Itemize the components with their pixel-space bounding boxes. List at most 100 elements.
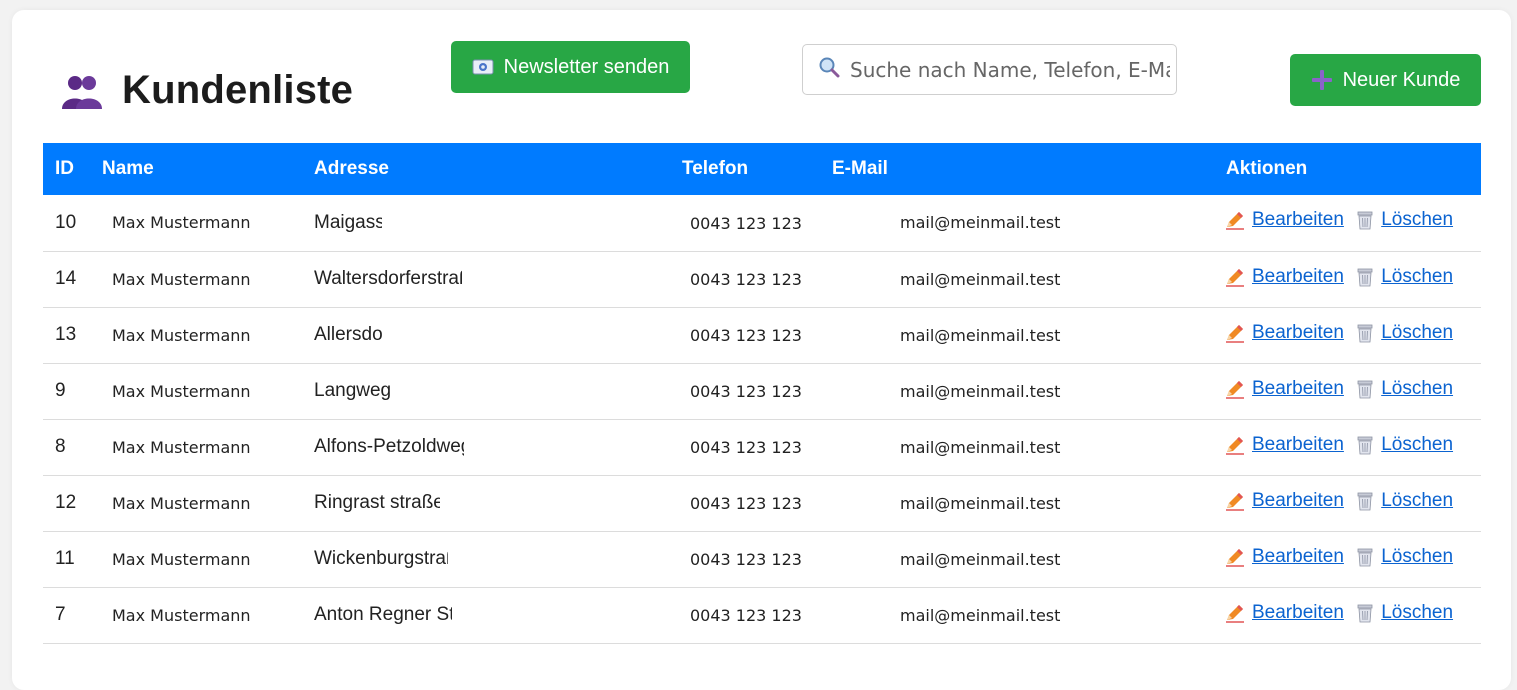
trash-icon	[1355, 603, 1375, 623]
address-text: Allersdo	[314, 323, 383, 345]
edit-label: Bearbeiten	[1252, 489, 1344, 511]
trash-icon	[1355, 547, 1375, 567]
column-header-id: ID	[55, 158, 74, 179]
edit-link[interactable]: Bearbeiten	[1224, 490, 1344, 512]
newsletter-label: Newsletter senden	[503, 55, 670, 78]
column-header-address: Adresse	[314, 158, 389, 179]
plus-icon	[1311, 69, 1333, 91]
table-row: 9 Max Mustermann Langweg 0043 123 123 1 …	[43, 363, 1481, 419]
cell-address: Alfons-Petzoldweg	[296, 419, 670, 475]
edit-link[interactable]: Bearbeiten	[1224, 266, 1344, 288]
delete-label: Löschen	[1381, 489, 1454, 511]
edit-label: Bearbeiten	[1252, 265, 1344, 287]
address-text: Wickenburgstraß	[314, 547, 448, 569]
table-row: 8 Max Mustermann Alfons-Petzoldweg 0043 …	[43, 419, 1481, 475]
phone-text: 0043 123 123 1	[690, 438, 808, 457]
pencil-icon	[1224, 491, 1246, 511]
column-header-phone: Telefon	[682, 158, 749, 179]
pencil-icon	[1224, 379, 1246, 399]
cell-id: 13	[55, 324, 77, 345]
cell-address: Langweg	[296, 363, 670, 419]
edit-link[interactable]: Bearbeiten	[1224, 602, 1344, 624]
delete-link[interactable]: Löschen	[1355, 322, 1453, 344]
phone-text: 0043 123 123 1	[690, 270, 808, 289]
delete-link[interactable]: Löschen	[1355, 490, 1453, 512]
table-row: 10 Max Mustermann Maigass 0043 123 123 1…	[43, 195, 1481, 251]
edit-link[interactable]: Bearbeiten	[1224, 378, 1344, 400]
cell-address: Anton Regner St	[296, 587, 670, 643]
search-input[interactable]	[848, 56, 1172, 83]
page-header: Kundenliste	[60, 68, 353, 113]
cell-address: Maigass	[296, 195, 670, 251]
delete-label: Löschen	[1381, 265, 1454, 287]
cell-name: Max Mustermann	[112, 493, 251, 513]
trash-icon	[1355, 379, 1375, 399]
edit-link[interactable]: Bearbeiten	[1224, 322, 1344, 344]
cell-actions: Bearbeiten Löschen	[1214, 475, 1481, 531]
cell-name: Max Mustermann	[112, 325, 251, 345]
cell-phone: 0043 123 123 1	[670, 531, 820, 587]
page-title: Kundenliste	[122, 68, 354, 112]
phone-text: 0043 123 123 1	[690, 494, 808, 513]
edit-link[interactable]: Bearbeiten	[1224, 434, 1344, 456]
edit-label: Bearbeiten	[1252, 377, 1344, 399]
address-text: Ringrast straße	[314, 491, 440, 513]
cell-actions: Bearbeiten Löschen	[1214, 419, 1481, 475]
newsletter-button[interactable]: Newsletter senden	[451, 41, 690, 93]
cell-actions: Bearbeiten Löschen	[1214, 587, 1481, 643]
edit-link[interactable]: Bearbeiten	[1224, 546, 1344, 568]
edit-label: Bearbeiten	[1252, 433, 1344, 455]
table-row: 11 Max Mustermann Wickenburgstraß 0043 1…	[43, 531, 1481, 587]
cell-address: Ringrast straße	[296, 475, 670, 531]
delete-label: Löschen	[1381, 433, 1454, 455]
phone-text: 0043 123 123 1	[690, 382, 808, 401]
address-text: Anton Regner St	[314, 603, 452, 625]
delete-link[interactable]: Löschen	[1355, 602, 1453, 624]
delete-link[interactable]: Löschen	[1355, 434, 1453, 456]
delete-link[interactable]: Löschen	[1355, 378, 1453, 400]
table-row: 14 Max Mustermann Waltersdorferstraß 004…	[43, 251, 1481, 307]
delete-label: Löschen	[1381, 601, 1454, 623]
cell-phone: 0043 123 123 1	[670, 195, 820, 251]
cell-email: mail@meinmail.test	[900, 381, 1061, 401]
pencil-icon	[1224, 435, 1246, 455]
delete-link[interactable]: Löschen	[1355, 209, 1453, 231]
pencil-icon	[1224, 210, 1246, 230]
phone-text: 0043 123 123 1	[690, 326, 808, 345]
cell-name: Max Mustermann	[112, 269, 251, 289]
cell-email: mail@meinmail.test	[900, 605, 1061, 625]
cell-name: Max Mustermann	[112, 437, 251, 457]
users-icon	[60, 71, 104, 111]
search-icon	[818, 56, 840, 83]
new-customer-button[interactable]: Neuer Kunde	[1290, 54, 1481, 106]
delete-label: Löschen	[1381, 209, 1454, 231]
edit-label: Bearbeiten	[1252, 321, 1344, 343]
delete-label: Löschen	[1381, 321, 1454, 343]
trash-icon	[1355, 210, 1375, 230]
cell-phone: 0043 123 123 1	[670, 251, 820, 307]
cell-address: Waltersdorferstraß	[296, 251, 670, 307]
new-customer-label: Neuer Kunde	[1342, 68, 1461, 91]
cell-actions: Bearbeiten Löschen	[1214, 307, 1481, 363]
phone-text: 0043 123 123 1	[690, 550, 808, 569]
cell-id: 7	[55, 604, 66, 625]
delete-link[interactable]: Löschen	[1355, 266, 1453, 288]
trash-icon	[1355, 323, 1375, 343]
cell-actions: Bearbeiten Löschen	[1214, 251, 1481, 307]
edit-label: Bearbeiten	[1252, 209, 1344, 231]
pencil-icon	[1224, 547, 1246, 567]
cell-phone: 0043 123 123 1	[670, 363, 820, 419]
edit-link[interactable]: Bearbeiten	[1224, 209, 1344, 231]
edit-label: Bearbeiten	[1252, 545, 1344, 567]
cell-id: 14	[55, 268, 77, 289]
cell-name: Max Mustermann	[112, 381, 251, 401]
cell-name: Max Mustermann	[112, 605, 251, 625]
search-box[interactable]	[802, 44, 1177, 95]
cell-email: mail@meinmail.test	[900, 493, 1061, 513]
phone-text: 0043 123 123 1	[690, 606, 808, 625]
edit-label: Bearbeiten	[1252, 601, 1344, 623]
cell-phone: 0043 123 123 1	[670, 587, 820, 643]
trash-icon	[1355, 435, 1375, 455]
delete-link[interactable]: Löschen	[1355, 546, 1453, 568]
customer-list-card: Kundenliste Newsletter senden N	[12, 10, 1511, 690]
